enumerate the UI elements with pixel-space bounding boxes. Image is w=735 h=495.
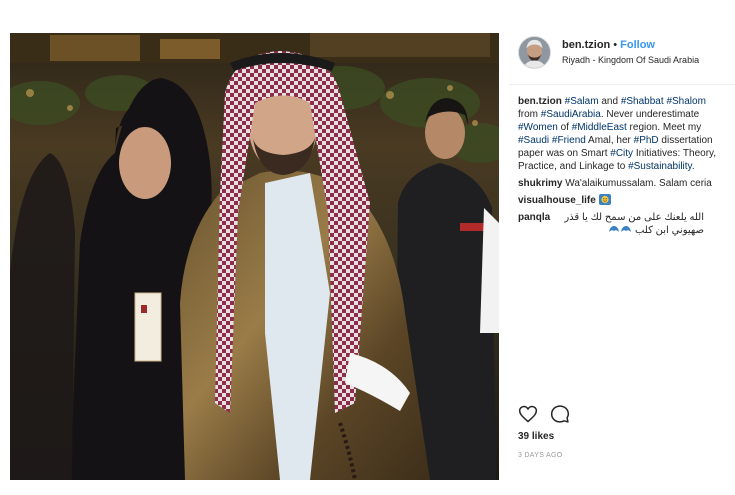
caption-text: of xyxy=(557,122,572,133)
separator-dot: • xyxy=(613,39,618,51)
caption-text: dissertation xyxy=(658,135,713,146)
caption-line-2: from #SaudiArabia. Never underestimate xyxy=(518,108,735,121)
header-user-line: ben.tzion • Follow xyxy=(562,39,655,51)
hashtag-link[interactable]: #SaudiArabia xyxy=(541,109,601,120)
post-photo-image xyxy=(10,33,499,480)
caption-text: Initiatives: Theory, xyxy=(633,148,717,159)
hashtag-link[interactable]: #Shalom xyxy=(666,96,705,107)
instagram-post: ben.tzion • Follow Riyadh - Kingdom Of Sau… xyxy=(0,0,735,495)
post-header: ben.tzion • Follow Riyadh - Kingdom Of Sau… xyxy=(509,33,735,85)
emoji-icon xyxy=(609,226,632,232)
comment-item: panqla الله يلعنك على من سمح لك يا قذر ص… xyxy=(518,211,735,239)
comments-section: ben.tzion #Salam and #Shabbat #Shalom fr… xyxy=(518,95,735,239)
hashtag-link[interactable]: #Salam xyxy=(565,96,599,107)
emoji-icon xyxy=(598,194,611,205)
comment-bubble-icon[interactable] xyxy=(550,404,570,424)
hashtag-link[interactable]: #Sustainability xyxy=(628,161,692,172)
heart-icon-glyph xyxy=(518,405,538,423)
caption-line-1: ben.tzion #Salam and #Shabbat #Shalom xyxy=(518,95,735,108)
hashtag-link[interactable]: #Shabbat xyxy=(621,96,664,107)
comment-username[interactable]: shukrimy xyxy=(518,178,562,189)
caption-text: . Never underestimate xyxy=(600,109,700,120)
heart-icon[interactable] xyxy=(518,404,538,424)
caption: ben.tzion #Salam and #Shabbat #Shalom fr… xyxy=(518,95,735,173)
hashtag-link[interactable]: #PhD xyxy=(634,135,659,146)
comment-username[interactable]: visualhouse_life xyxy=(518,195,596,206)
post-side-panel: ben.tzion • Follow Riyadh - Kingdom Of Sau… xyxy=(509,33,735,480)
caption-text: Amal, her xyxy=(585,135,634,146)
emoji-icon-glyph xyxy=(598,194,611,205)
comment-bubble-icon-glyph xyxy=(550,405,570,423)
comment-item: visualhouse_life xyxy=(518,194,735,207)
comment-text: Wa'alaikumussalam. Salam ceria xyxy=(565,178,712,189)
header-username[interactable]: ben.tzion xyxy=(562,39,610,51)
hashtag-link[interactable]: #Women xyxy=(518,122,558,133)
likes-count[interactable]: 39 likes xyxy=(518,431,554,442)
hashtag-link[interactable]: #Saudi xyxy=(518,135,549,146)
post-actions xyxy=(518,404,578,424)
caption-text: . xyxy=(691,161,695,172)
caption-text: from xyxy=(518,109,541,120)
caption-line-5: paper was on Smart #City Initiatives: Th… xyxy=(518,147,735,160)
caption-line-4: #Saudi #Friend Amal, her #PhD dissertati… xyxy=(518,134,735,147)
caption-text: Practice, and Linkage to xyxy=(518,161,629,172)
caption-line-1-text: #Salam and #Shabbat #Shalom xyxy=(565,96,706,107)
caption-line-6: Practice, and Linkage to #Sustainability… xyxy=(518,160,735,173)
comment-text-line-2: صهيوني ابن كلب xyxy=(634,225,704,236)
post-photo[interactable] xyxy=(10,33,499,480)
comment-text-line-1: الله يلعنك على من سمح لك يا قذر xyxy=(564,212,704,223)
caption-text: and xyxy=(598,96,621,107)
avatar-image xyxy=(519,37,550,68)
follow-button[interactable]: Follow xyxy=(620,39,655,51)
hashtag-link[interactable]: #City xyxy=(610,148,633,159)
caption-username[interactable]: ben.tzion xyxy=(518,96,562,107)
header-divider xyxy=(509,84,735,85)
caption-line-3: #Women of #MiddleEast region. Meet my xyxy=(518,121,735,134)
avatar[interactable] xyxy=(518,36,551,69)
comment-item: shukrimy Wa'alaikumussalam. Salam ceria xyxy=(518,177,735,190)
hashtag-link[interactable]: #MiddleEast xyxy=(572,122,627,133)
comment-text: الله يلعنك على من سمح لك يا قذر صهيوني ا… xyxy=(518,211,704,237)
post-timestamp: 3 DAYS AGO xyxy=(518,452,563,459)
caption-text: paper was on Smart xyxy=(518,148,611,159)
caption-text: region. Meet my xyxy=(626,122,702,133)
hashtag-link[interactable]: #Friend xyxy=(552,135,586,146)
location-link[interactable]: Riyadh - Kingdom Of Saudi Arabia xyxy=(562,55,699,65)
